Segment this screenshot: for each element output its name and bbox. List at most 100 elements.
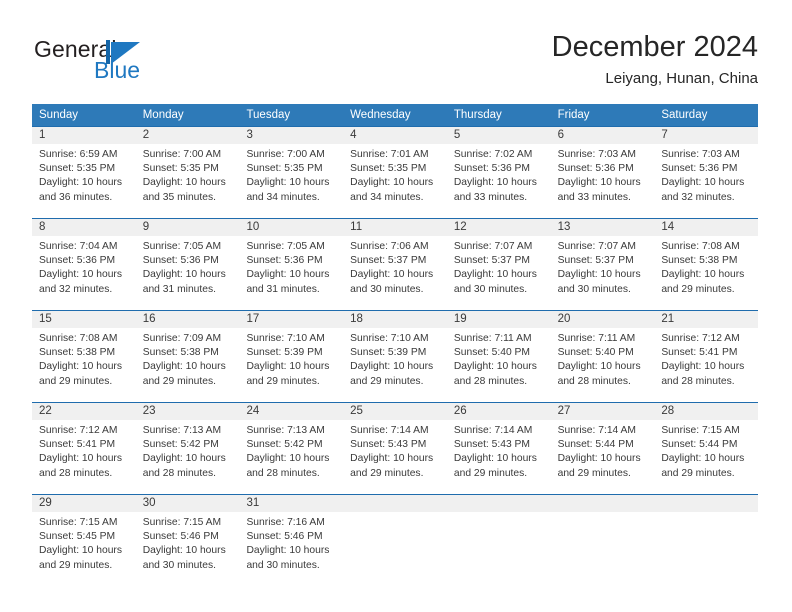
day-cell[interactable]: Sunrise: 7:12 AM Sunset: 5:41 PM Dayligh… [654, 328, 758, 402]
day-number[interactable]: 15 [32, 311, 136, 328]
day-number[interactable]: 26 [447, 403, 551, 420]
day-cell[interactable]: Sunrise: 7:08 AM Sunset: 5:38 PM Dayligh… [654, 236, 758, 310]
daylight-text-2: and 36 minutes. [39, 191, 113, 203]
sunrise-text: Sunrise: 7:00 AM [142, 149, 222, 160]
day-number[interactable]: 3 [239, 127, 343, 144]
page-title: December 2024 [551, 31, 758, 63]
day-cell[interactable]: Sunrise: 7:15 AM Sunset: 5:45 PM Dayligh… [32, 512, 136, 586]
title-block: December 2024 Leiyang, Hunan, China [552, 28, 758, 90]
day-cell[interactable]: Sunrise: 7:01 AM Sunset: 5:35 PM Dayligh… [343, 144, 447, 218]
sunrise-text: Sunrise: 7:14 AM [350, 425, 429, 436]
day-number-empty [551, 495, 655, 512]
day-number[interactable]: 20 [551, 311, 655, 328]
sunrise-text: Sunrise: 7:16 AM [246, 517, 325, 528]
day-number[interactable]: 21 [654, 311, 758, 328]
sunrise-text: Sunrise: 7:03 AM [661, 149, 740, 160]
day-cell[interactable]: Sunrise: 7:16 AM Sunset: 5:46 PM Dayligh… [239, 512, 343, 586]
daylight-text-2: and 29 minutes. [246, 375, 320, 387]
day-cell[interactable]: Sunrise: 7:12 AM Sunset: 5:41 PM Dayligh… [32, 420, 136, 494]
day-number[interactable]: 13 [551, 219, 655, 236]
day-number[interactable]: 29 [32, 495, 136, 512]
daylight-text-2: and 29 minutes. [453, 467, 528, 479]
daylight-text-1: Daylight: 10 hours [661, 177, 745, 189]
sunset-text: Sunset: 5:36 PM [246, 255, 323, 267]
day-cell[interactable]: Sunrise: 7:03 AM Sunset: 5:36 PM Dayligh… [654, 144, 758, 218]
day-cell[interactable]: Sunrise: 7:07 AM Sunset: 5:37 PM Dayligh… [447, 236, 551, 310]
day-cell[interactable]: Sunrise: 7:00 AM Sunset: 5:35 PM Dayligh… [136, 144, 240, 218]
day-cell[interactable]: Sunrise: 7:06 AM Sunset: 5:37 PM Dayligh… [343, 236, 447, 310]
day-cell[interactable]: Sunrise: 7:13 AM Sunset: 5:42 PM Dayligh… [239, 420, 343, 494]
day-number[interactable]: 17 [239, 311, 343, 328]
day-number[interactable]: 12 [447, 219, 551, 236]
sunrise-text: Sunrise: 7:05 AM [142, 241, 222, 252]
day-cell[interactable]: Sunrise: 7:10 AM Sunset: 5:39 PM Dayligh… [239, 328, 343, 402]
sunrise-text: Sunrise: 7:04 AM [39, 241, 118, 252]
calendar-page: General Blue December 2024 Leiyang, Huna… [0, 0, 792, 612]
day-number[interactable]: 6 [551, 127, 655, 144]
day-cell[interactable]: Sunrise: 7:13 AM Sunset: 5:42 PM Dayligh… [136, 420, 240, 494]
calendar-week-row: 15 16 17 18 19 20 21 Sunrise: 7:08 AM Su… [32, 310, 758, 402]
general-blue-logo[interactable]: General Blue [34, 36, 214, 92]
day-number[interactable]: 1 [32, 127, 136, 144]
day-number[interactable]: 8 [32, 219, 136, 236]
day-number[interactable]: 19 [447, 311, 551, 328]
daylight-text-1: Daylight: 10 hours [557, 269, 641, 281]
sunrise-text: Sunrise: 7:10 AM [350, 333, 429, 344]
daylight-text-1: Daylight: 10 hours [557, 453, 641, 465]
sunset-text: Sunset: 5:41 PM [661, 347, 738, 359]
day-cell[interactable]: Sunrise: 7:05 AM Sunset: 5:36 PM Dayligh… [239, 236, 343, 310]
day-body-row: Sunrise: 7:04 AM Sunset: 5:36 PM Dayligh… [32, 236, 758, 310]
day-number[interactable]: 30 [136, 495, 240, 512]
weekday-thursday: Thursday [453, 109, 502, 121]
day-number[interactable]: 22 [32, 403, 136, 420]
day-cell[interactable]: Sunrise: 7:14 AM Sunset: 5:44 PM Dayligh… [551, 420, 655, 494]
day-body-row: Sunrise: 7:15 AM Sunset: 5:45 PM Dayligh… [32, 512, 758, 586]
day-number[interactable]: 27 [551, 403, 655, 420]
day-cell[interactable]: Sunrise: 7:07 AM Sunset: 5:37 PM Dayligh… [551, 236, 655, 310]
daylight-text-2: and 34 minutes. [350, 191, 424, 203]
sunset-text: Sunset: 5:36 PM [453, 163, 531, 175]
day-cell[interactable]: Sunrise: 7:11 AM Sunset: 5:40 PM Dayligh… [447, 328, 551, 402]
sunset-text: Sunset: 5:43 PM [453, 439, 531, 451]
day-cell[interactable]: Sunrise: 7:10 AM Sunset: 5:39 PM Dayligh… [343, 328, 447, 402]
day-number[interactable]: 24 [239, 403, 343, 420]
day-cell[interactable]: Sunrise: 7:14 AM Sunset: 5:43 PM Dayligh… [343, 420, 447, 494]
day-number[interactable]: 7 [654, 127, 758, 144]
day-number[interactable]: 4 [343, 127, 447, 144]
day-cell[interactable]: Sunrise: 7:14 AM Sunset: 5:43 PM Dayligh… [447, 420, 551, 494]
daylight-text-2: and 29 minutes. [39, 375, 113, 387]
day-cell[interactable]: Sunrise: 7:15 AM Sunset: 5:46 PM Dayligh… [136, 512, 240, 586]
day-number[interactable]: 9 [136, 219, 240, 236]
day-number[interactable]: 5 [447, 127, 551, 144]
sunset-text: Sunset: 5:42 PM [246, 439, 323, 451]
day-cell[interactable]: Sunrise: 7:00 AM Sunset: 5:35 PM Dayligh… [239, 144, 343, 218]
day-cell[interactable]: Sunrise: 7:09 AM Sunset: 5:38 PM Dayligh… [136, 328, 240, 402]
day-number[interactable]: 25 [343, 403, 447, 420]
sunset-text: Sunset: 5:42 PM [142, 439, 219, 451]
day-number[interactable]: 14 [654, 219, 758, 236]
day-cell[interactable]: Sunrise: 7:05 AM Sunset: 5:36 PM Dayligh… [136, 236, 240, 310]
day-number[interactable]: 16 [136, 311, 240, 328]
sunset-text: Sunset: 5:36 PM [142, 255, 219, 267]
sunset-text: Sunset: 5:38 PM [142, 347, 219, 359]
sunset-text: Sunset: 5:37 PM [557, 255, 634, 267]
day-number[interactable]: 18 [343, 311, 447, 328]
sunset-text: Sunset: 5:46 PM [142, 531, 219, 543]
daylight-text-2: and 28 minutes. [142, 467, 216, 479]
day-cell[interactable]: Sunrise: 7:08 AM Sunset: 5:38 PM Dayligh… [32, 328, 136, 402]
day-cell[interactable]: Sunrise: 7:02 AM Sunset: 5:36 PM Dayligh… [447, 144, 551, 218]
day-number[interactable]: 2 [136, 127, 240, 144]
day-number[interactable]: 28 [654, 403, 758, 420]
day-cell[interactable]: Sunrise: 7:11 AM Sunset: 5:40 PM Dayligh… [551, 328, 655, 402]
daylight-text-2: and 28 minutes. [246, 467, 320, 479]
day-number[interactable]: 31 [239, 495, 343, 512]
day-cell[interactable]: Sunrise: 7:15 AM Sunset: 5:44 PM Dayligh… [654, 420, 758, 494]
daylight-text-2: and 31 minutes. [246, 283, 320, 295]
day-cell[interactable]: Sunrise: 7:04 AM Sunset: 5:36 PM Dayligh… [32, 236, 136, 310]
weekday-saturday: Saturday [661, 109, 708, 121]
day-number[interactable]: 10 [239, 219, 343, 236]
day-number[interactable]: 11 [343, 219, 447, 236]
day-cell[interactable]: Sunrise: 6:59 AM Sunset: 5:35 PM Dayligh… [32, 144, 136, 218]
day-cell[interactable]: Sunrise: 7:03 AM Sunset: 5:36 PM Dayligh… [551, 144, 655, 218]
day-number[interactable]: 23 [136, 403, 240, 420]
